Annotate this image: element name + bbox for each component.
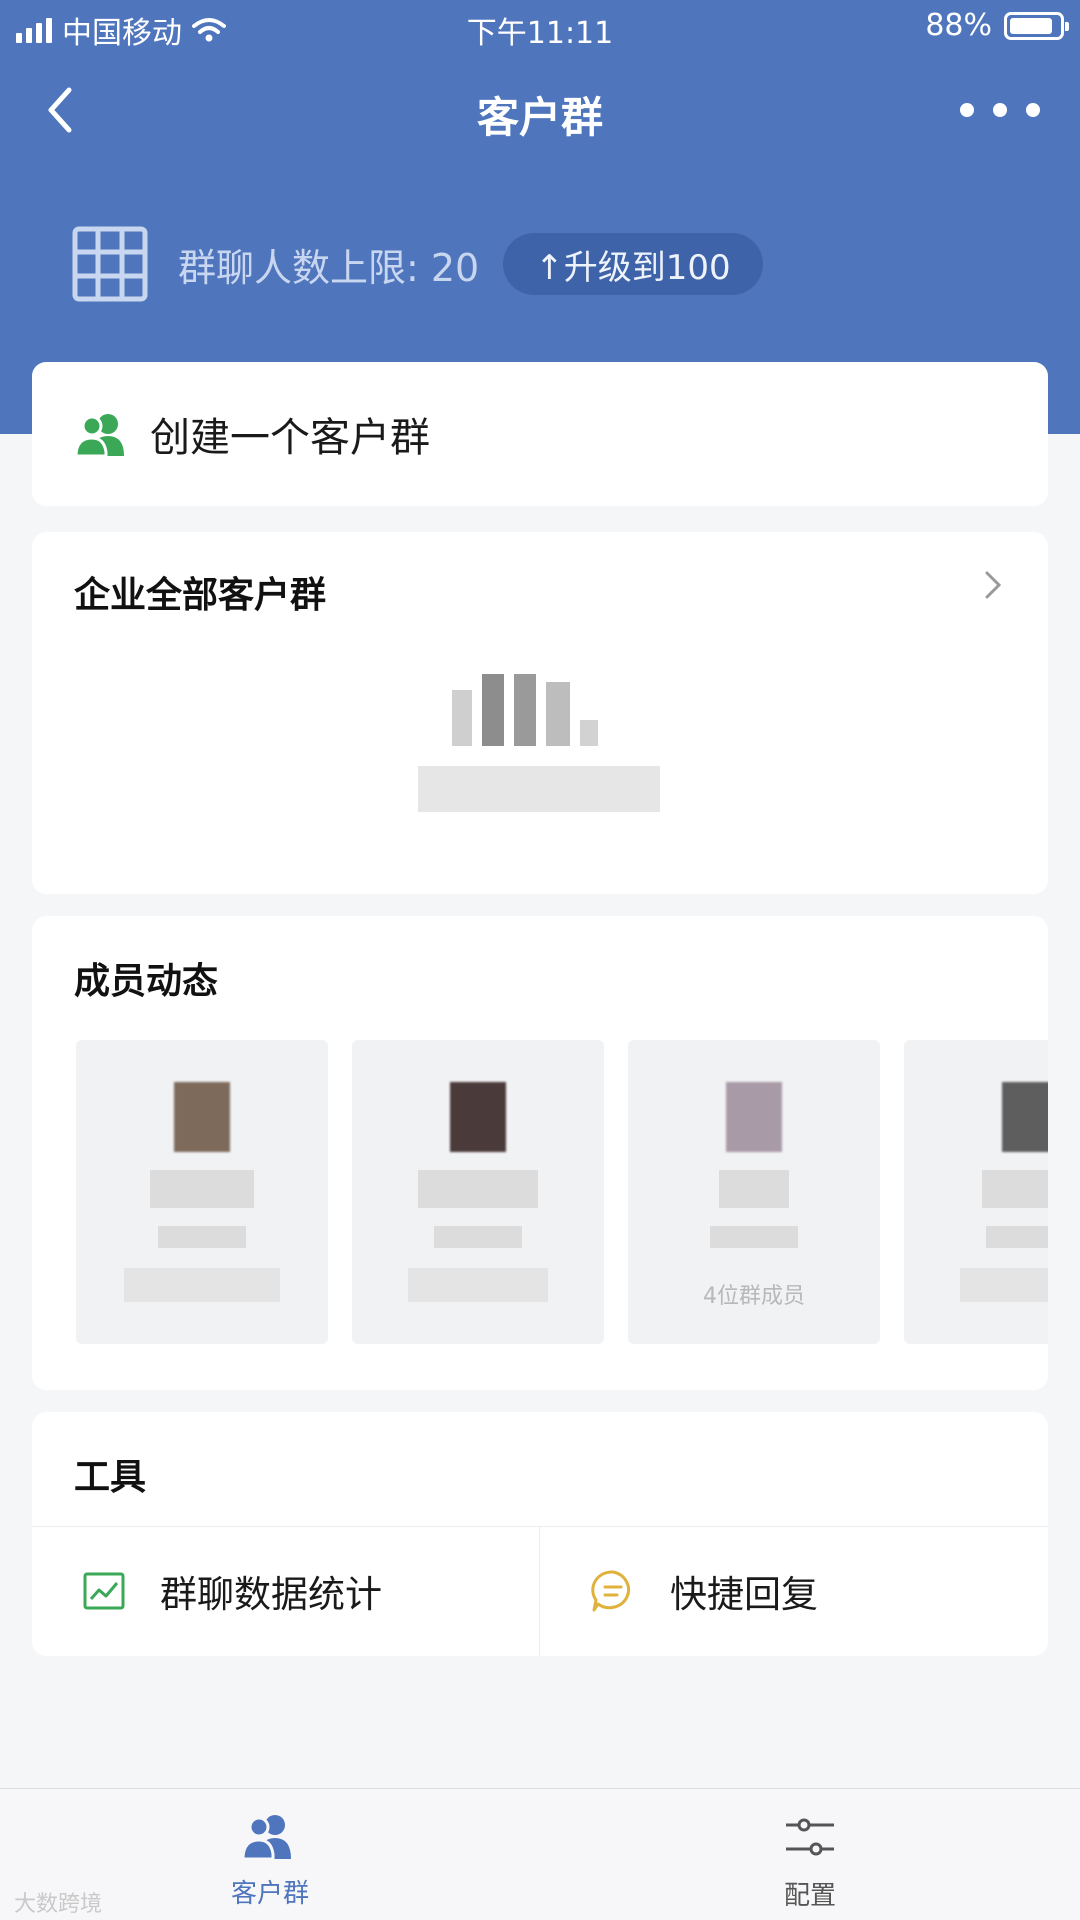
tab-bar: 客户群 配置 (0, 1788, 1080, 1920)
chevron-right-icon (985, 571, 1002, 599)
avatar (174, 1082, 230, 1152)
member-activity-card: 成员动态 4位群成员 (32, 916, 1048, 1390)
tools-title: 工具 (74, 1457, 147, 1498)
chart-icon (83, 1572, 125, 1610)
status-time: 下午11:11 (466, 16, 614, 51)
tab-label: 配置 (783, 1881, 836, 1911)
battery-percent: 88% (925, 8, 992, 43)
member-list: 4位群成员 (76, 1040, 1048, 1344)
avatar (726, 1082, 782, 1152)
quick-reply-label: 快捷回复 (670, 1573, 818, 1616)
member-tile[interactable] (904, 1040, 1048, 1344)
chat-bubble-icon (591, 1570, 631, 1612)
avatar (1002, 1082, 1048, 1152)
create-group-label: 创建一个客户群 (150, 415, 430, 461)
group-limit-text: 群聊人数上限: 20 (178, 245, 480, 290)
watermark: 大数跨境 (14, 1892, 103, 1917)
grid-icon (72, 226, 148, 302)
member-tile[interactable] (352, 1040, 604, 1344)
tab-config[interactable]: 配置 (710, 1813, 910, 1912)
people-icon (241, 1815, 291, 1861)
upgrade-button[interactable]: ↑升级到100 (503, 233, 763, 295)
group-stats-button[interactable]: 群聊数据统计 (82, 1526, 522, 1656)
tab-customer-groups[interactable]: 客户群 (170, 1813, 370, 1910)
more-dots-icon (960, 103, 974, 117)
avatar (450, 1082, 506, 1152)
member-tile-caption: 4位群成员 (703, 1284, 805, 1309)
tab-label: 客户群 (230, 1879, 309, 1909)
tools-card: 工具 群聊数据统计 快捷回复 (32, 1412, 1048, 1656)
create-group-button[interactable]: 创建一个客户群 (32, 362, 1048, 506)
status-bar: 中国移动 下午11:11 88% (0, 0, 1080, 56)
member-tile[interactable]: 4位群成员 (628, 1040, 880, 1344)
quick-reply-button[interactable]: 快捷回复 (590, 1526, 1030, 1656)
member-tile[interactable] (76, 1040, 328, 1344)
blurred-group-count (452, 674, 598, 746)
page-title: 客户群 (476, 93, 603, 142)
status-right: 88% (925, 8, 1069, 43)
all-groups-title: 企业全部客户群 (74, 575, 327, 616)
nav-bar: 客户群 (0, 60, 1080, 160)
battery-icon (1004, 11, 1069, 40)
member-activity-title: 成员动态 (74, 961, 219, 1002)
divider (539, 1526, 540, 1656)
blurred-group-caption (418, 766, 660, 812)
group-stats-label: 群聊数据统计 (160, 1573, 382, 1616)
more-button[interactable] (960, 90, 1040, 130)
sliders-icon (786, 1818, 834, 1856)
people-icon (74, 414, 124, 456)
group-limit-row: 群聊人数上限: 20 ↑升级到100 (72, 226, 763, 302)
battery-level (1010, 17, 1053, 34)
